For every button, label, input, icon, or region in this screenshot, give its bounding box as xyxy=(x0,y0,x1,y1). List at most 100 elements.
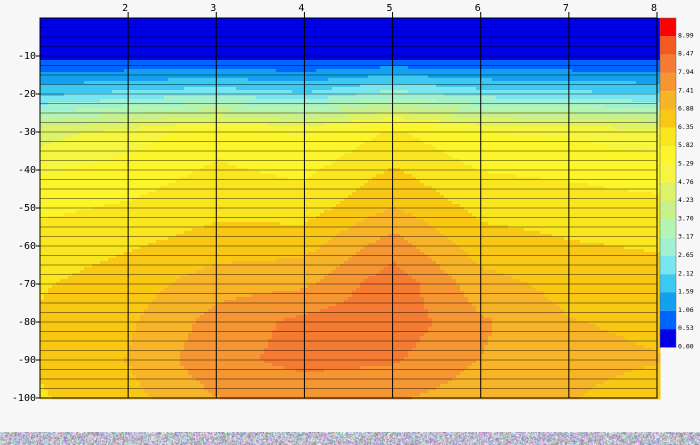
contour-cell xyxy=(376,51,381,55)
contour-cell xyxy=(336,81,341,85)
contour-cell xyxy=(444,93,449,97)
contour-cell xyxy=(540,87,545,91)
contour-cell xyxy=(332,90,337,94)
contour-cell xyxy=(468,51,473,55)
contour-cell xyxy=(40,63,45,67)
contour-cell xyxy=(500,93,505,97)
contour-cell xyxy=(272,42,277,46)
contour-cell xyxy=(616,42,621,46)
contour-cell xyxy=(416,63,421,67)
contour-cell xyxy=(620,93,625,97)
contour-cell xyxy=(268,90,273,94)
contour-cell xyxy=(636,21,641,25)
contour-cell xyxy=(340,42,345,46)
contour-cell xyxy=(396,99,401,103)
contour-cell xyxy=(272,60,277,64)
contour-cell xyxy=(416,21,421,25)
contour-cell xyxy=(180,42,185,46)
contour-cell xyxy=(48,36,53,40)
contour-cell xyxy=(540,66,545,70)
contour-cell xyxy=(224,57,229,61)
contour-cell xyxy=(280,51,285,55)
contour-cell xyxy=(276,87,281,91)
contour-cell xyxy=(640,33,645,37)
contour-cell xyxy=(188,66,193,70)
contour-cell xyxy=(368,99,373,103)
contour-cell xyxy=(228,90,233,94)
contour-cell xyxy=(368,81,373,85)
contour-cell xyxy=(492,48,497,52)
contour-cell xyxy=(300,69,305,73)
contour-cell xyxy=(416,30,421,34)
contour-cell xyxy=(184,21,189,25)
contour-cell xyxy=(348,78,353,82)
contour-cell xyxy=(380,78,385,82)
contour-cell xyxy=(224,24,229,28)
contour-cell xyxy=(368,66,373,70)
contour-cell xyxy=(492,21,497,25)
contour-cell xyxy=(588,96,593,100)
contour-cell xyxy=(80,18,85,22)
contour-cell xyxy=(168,24,173,28)
contour-cell xyxy=(252,90,257,94)
contour-cell xyxy=(156,51,161,55)
contour-cell xyxy=(448,90,453,94)
contour-cell xyxy=(448,21,453,25)
contour-cell xyxy=(300,39,305,43)
contour-cell xyxy=(328,81,333,85)
contour-cell xyxy=(624,108,629,112)
contour-cell xyxy=(80,21,85,25)
contour-cell xyxy=(416,87,421,91)
contour-cell xyxy=(436,57,441,61)
contour-cell xyxy=(600,96,605,100)
contour-cell xyxy=(400,63,405,67)
contour-cell xyxy=(80,66,85,70)
contour-cell xyxy=(116,69,121,73)
contour-cell xyxy=(220,57,225,61)
contour-cell xyxy=(540,30,545,34)
contour-cell xyxy=(72,18,77,22)
contour-cell xyxy=(516,63,521,67)
contour-cell xyxy=(172,60,177,64)
contour-cell xyxy=(464,78,469,82)
contour-cell xyxy=(620,90,625,94)
contour-cell xyxy=(560,108,565,112)
contour-cell xyxy=(652,39,657,43)
contour-cell xyxy=(384,42,389,46)
contour-cell xyxy=(412,18,417,22)
contour-cell xyxy=(616,81,621,85)
contour-cell xyxy=(584,60,589,64)
contour-cell xyxy=(188,96,193,100)
contour-cell xyxy=(552,21,557,25)
contour-cell xyxy=(524,48,529,52)
contour-cell xyxy=(108,78,113,82)
contour-cell xyxy=(580,78,585,82)
contour-cell xyxy=(576,63,581,67)
contour-cell xyxy=(184,90,189,94)
contour-cell xyxy=(300,75,305,79)
contour-cell xyxy=(112,87,117,91)
contour-cell xyxy=(428,108,433,112)
contour-cell xyxy=(424,33,429,37)
contour-cell xyxy=(632,96,637,100)
contour-cell xyxy=(488,21,493,25)
contour-cell xyxy=(628,48,633,52)
contour-cell xyxy=(448,93,453,97)
contour-cell xyxy=(512,21,517,25)
contour-cell xyxy=(84,75,89,79)
contour-cell xyxy=(312,99,317,103)
contour-cell xyxy=(256,63,261,67)
contour-cell xyxy=(172,51,177,55)
contour-cell xyxy=(236,69,241,73)
contour-cell xyxy=(432,60,437,64)
contour-cell xyxy=(144,75,149,79)
contour-cell xyxy=(260,48,265,52)
contour-cell xyxy=(308,48,313,52)
contour-cell xyxy=(548,51,553,55)
contour-cell xyxy=(532,66,537,70)
contour-cell xyxy=(120,63,125,67)
contour-cell xyxy=(116,90,121,94)
contour-cell xyxy=(52,39,57,43)
contour-cell xyxy=(532,30,537,34)
contour-cell xyxy=(464,93,469,97)
